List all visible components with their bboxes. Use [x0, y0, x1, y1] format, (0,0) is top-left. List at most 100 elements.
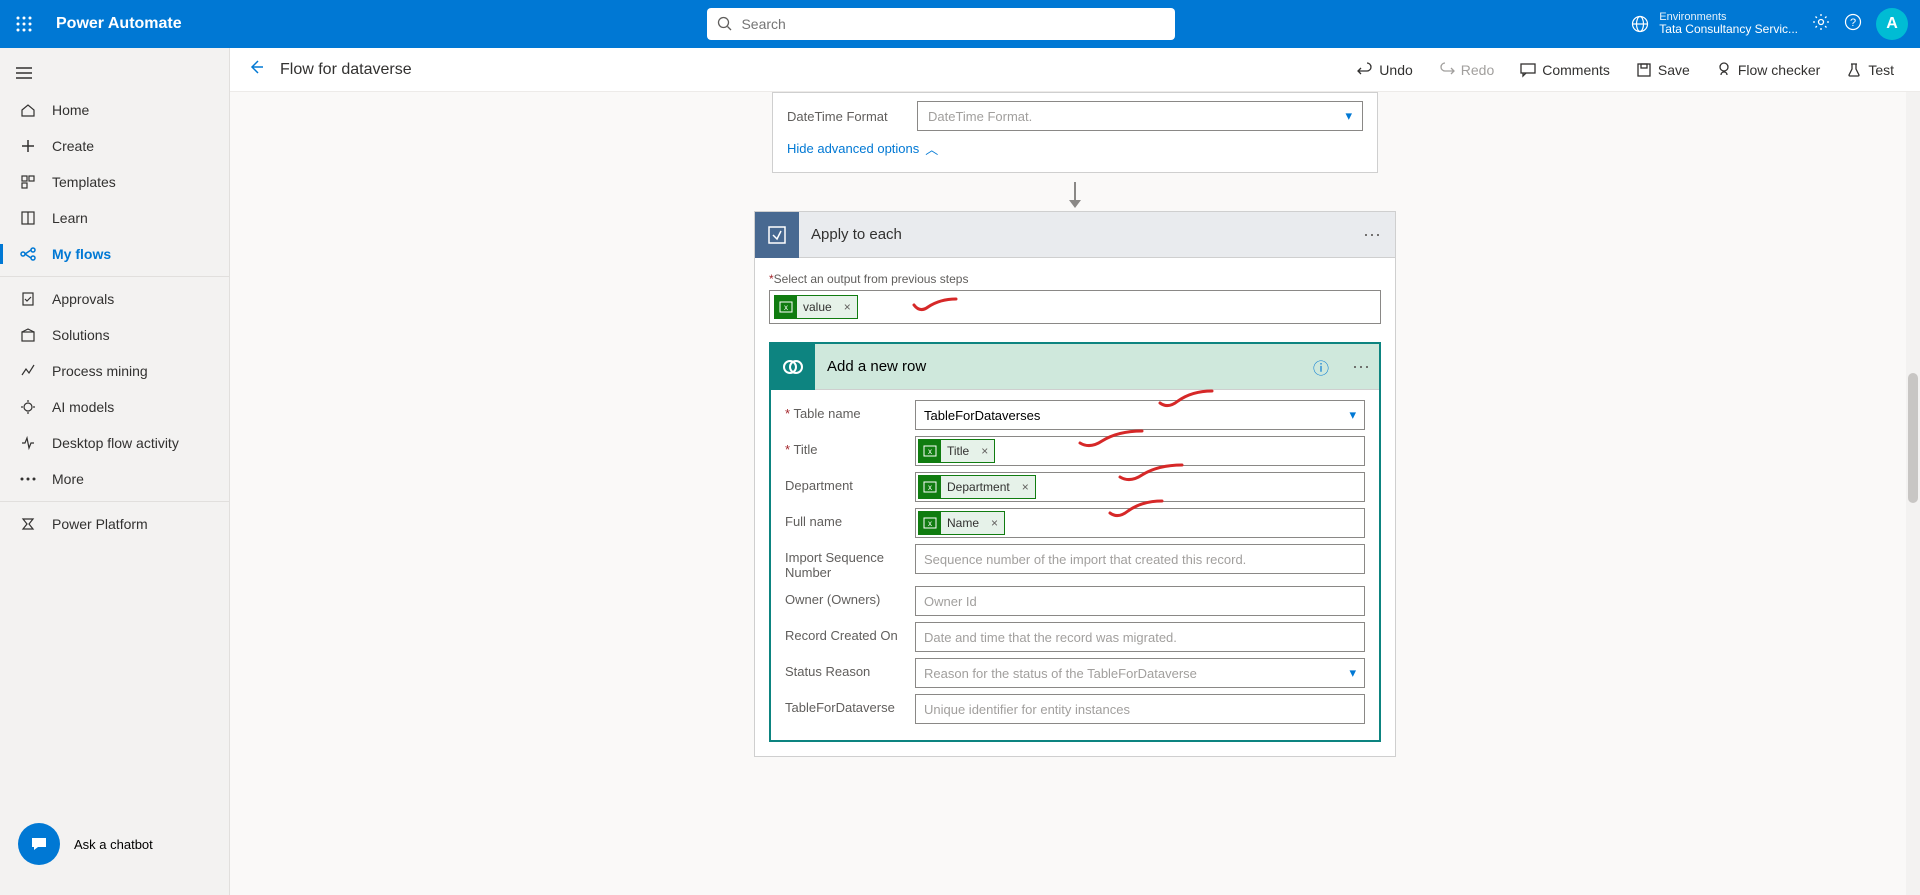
flow-checker-button[interactable]: Flow checker	[1708, 62, 1828, 78]
test-button[interactable]: Test	[1838, 62, 1902, 78]
env-value: Tata Consultancy Servic...	[1659, 23, 1798, 36]
import-sequence-label: Import Sequence Number	[785, 544, 915, 580]
power-platform-icon	[18, 516, 38, 532]
approvals-icon	[18, 291, 38, 307]
table-name-label: * Table name	[785, 400, 915, 421]
connector-arrow-icon	[1074, 182, 1076, 202]
apply-to-each-icon	[755, 212, 799, 258]
department-label: Department	[785, 472, 915, 493]
title-input[interactable]: xTitle×	[915, 436, 1365, 466]
hide-advanced-options-link[interactable]: Hide advanced options ︿	[787, 139, 1363, 158]
previous-action-card[interactable]: DateTime Format DateTime Format. ▾ Hide …	[772, 92, 1378, 173]
chevron-up-icon: ︿	[925, 139, 938, 158]
sidebar: Home Create Templates Learn My flows App…	[0, 48, 230, 895]
sidebar-item-process-mining[interactable]: Process mining	[0, 353, 229, 389]
top-bar: Power Automate Environments Tata Consult…	[0, 0, 1920, 48]
record-created-on-label: Record Created On	[785, 622, 915, 643]
redo-button[interactable]: Redo	[1431, 62, 1502, 78]
remove-token-icon[interactable]: ×	[975, 444, 994, 458]
flow-title: Flow for dataverse	[280, 61, 412, 79]
undo-button[interactable]: Undo	[1349, 62, 1420, 78]
svg-text:x: x	[928, 519, 932, 528]
sidebar-item-home[interactable]: Home	[0, 92, 229, 128]
apply-to-each-title: Apply to each	[799, 226, 1349, 243]
solutions-icon	[18, 327, 38, 343]
chevron-down-icon: ▾	[1349, 407, 1356, 423]
env-label: Environments	[1659, 11, 1798, 23]
apply-to-each-more[interactable]: ···	[1349, 224, 1395, 245]
chatbot-button[interactable]: Ask a chatbot	[0, 823, 229, 895]
status-reason-select[interactable]: Reason for the status of the TableForDat…	[915, 658, 1365, 688]
search-box[interactable]	[707, 8, 1175, 40]
chatbot-icon	[18, 823, 60, 865]
datetime-format-select[interactable]: DateTime Format. ▾	[917, 101, 1363, 131]
sidebar-item-desktop-flow-activity[interactable]: Desktop flow activity	[0, 425, 229, 461]
svg-text:?: ?	[1850, 17, 1856, 29]
full-name-input[interactable]: xName×	[915, 508, 1365, 538]
remove-token-icon[interactable]: ×	[1016, 480, 1035, 494]
save-button[interactable]: Save	[1628, 62, 1698, 78]
menu-toggle-icon[interactable]	[0, 58, 229, 92]
select-output-label: *Select an output from previous steps	[769, 272, 1381, 286]
sidebar-item-solutions[interactable]: Solutions	[0, 317, 229, 353]
import-sequence-input[interactable]: Sequence number of the import that creat…	[915, 544, 1365, 574]
sidebar-item-learn[interactable]: Learn	[0, 200, 229, 236]
select-output-input[interactable]: x value ×	[769, 290, 1381, 324]
apply-to-each-card[interactable]: Apply to each ··· *Select an output from…	[754, 211, 1396, 757]
sidebar-item-my-flows[interactable]: My flows	[0, 236, 229, 272]
title-token[interactable]: xTitle×	[918, 439, 995, 463]
settings-icon[interactable]	[1812, 13, 1830, 36]
svg-text:x: x	[928, 483, 932, 492]
help-icon[interactable]: ?	[1844, 13, 1862, 36]
owner-label: Owner (Owners)	[785, 586, 915, 607]
main-area: Flow for dataverse Undo Redo Comments Sa…	[230, 48, 1920, 895]
svg-text:x: x	[784, 303, 788, 312]
add-new-row-card[interactable]: Add a new row ⓘ ··· * Table name TableFo…	[769, 342, 1381, 742]
add-new-row-title: Add a new row	[815, 358, 1313, 375]
table-name-select[interactable]: TableForDataverses▾	[915, 400, 1365, 430]
editor-toolbar: Flow for dataverse Undo Redo Comments Sa…	[230, 48, 1920, 92]
excel-icon: x	[919, 512, 941, 534]
app-name: Power Automate	[48, 15, 182, 33]
tablefordataverse-input[interactable]: Unique identifier for entity instances	[915, 694, 1365, 724]
home-icon	[18, 102, 38, 118]
comments-button[interactable]: Comments	[1512, 62, 1618, 78]
plus-icon	[18, 138, 38, 154]
environment-picker[interactable]: Environments Tata Consultancy Servic...	[1631, 11, 1798, 36]
waffle-icon[interactable]	[0, 16, 48, 32]
sidebar-item-ai-models[interactable]: AI models	[0, 389, 229, 425]
remove-token-icon[interactable]: ×	[838, 300, 857, 314]
book-icon	[18, 210, 38, 226]
canvas[interactable]: DateTime Format DateTime Format. ▾ Hide …	[230, 92, 1920, 895]
excel-icon: x	[919, 476, 941, 498]
add-new-row-more[interactable]: ···	[1343, 356, 1379, 377]
sidebar-item-power-platform[interactable]: Power Platform	[0, 506, 229, 542]
department-token[interactable]: xDepartment×	[918, 475, 1036, 499]
owner-input[interactable]: Owner Id	[915, 586, 1365, 616]
excel-icon: x	[775, 296, 797, 318]
back-button[interactable]	[248, 59, 264, 80]
dataverse-icon	[771, 344, 815, 390]
title-label: * Title	[785, 436, 915, 457]
sidebar-item-templates[interactable]: Templates	[0, 164, 229, 200]
flows-icon	[18, 246, 38, 262]
full-name-label: Full name	[785, 508, 915, 529]
remove-token-icon[interactable]: ×	[985, 516, 1004, 530]
help-tip-icon[interactable]: ⓘ	[1313, 355, 1343, 379]
status-reason-label: Status Reason	[785, 658, 915, 679]
activity-icon	[18, 435, 38, 451]
name-token[interactable]: xName×	[918, 511, 1005, 535]
search-input[interactable]	[741, 16, 1165, 32]
department-input[interactable]: xDepartment×	[915, 472, 1365, 502]
datetime-format-label: DateTime Format	[787, 109, 917, 124]
scrollbar[interactable]	[1906, 92, 1920, 895]
record-created-on-input[interactable]: Date and time that the record was migrat…	[915, 622, 1365, 652]
chevron-down-icon: ▾	[1349, 665, 1356, 681]
sidebar-item-more[interactable]: More	[0, 461, 229, 497]
avatar[interactable]: A	[1876, 8, 1908, 40]
excel-icon: x	[919, 440, 941, 462]
chevron-down-icon: ▾	[1345, 108, 1352, 124]
sidebar-item-create[interactable]: Create	[0, 128, 229, 164]
value-token[interactable]: x value ×	[774, 295, 858, 319]
sidebar-item-approvals[interactable]: Approvals	[0, 281, 229, 317]
